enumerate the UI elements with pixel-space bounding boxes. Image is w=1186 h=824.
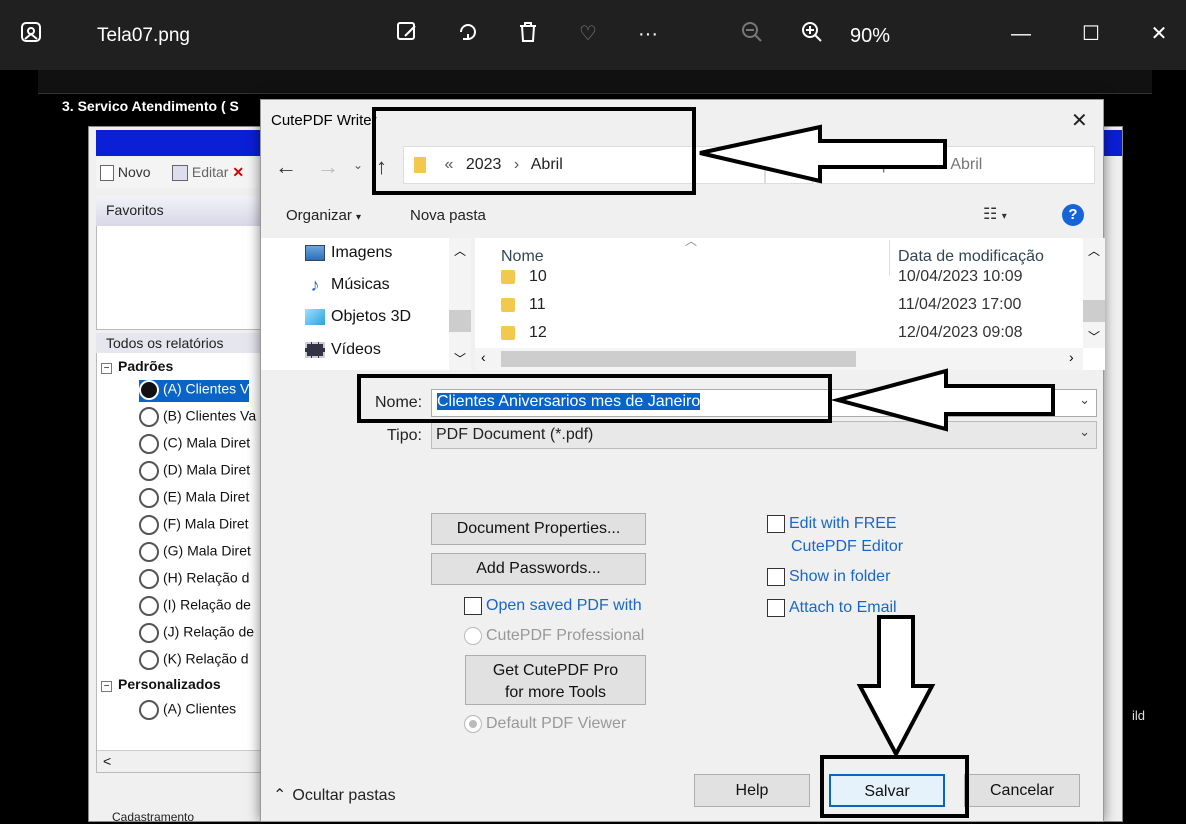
- arrow-to-filename: [830, 368, 1055, 432]
- arrow-to-address: [699, 124, 947, 184]
- arrow-to-save: [856, 615, 936, 759]
- annotation-arrows: [699, 124, 1055, 759]
